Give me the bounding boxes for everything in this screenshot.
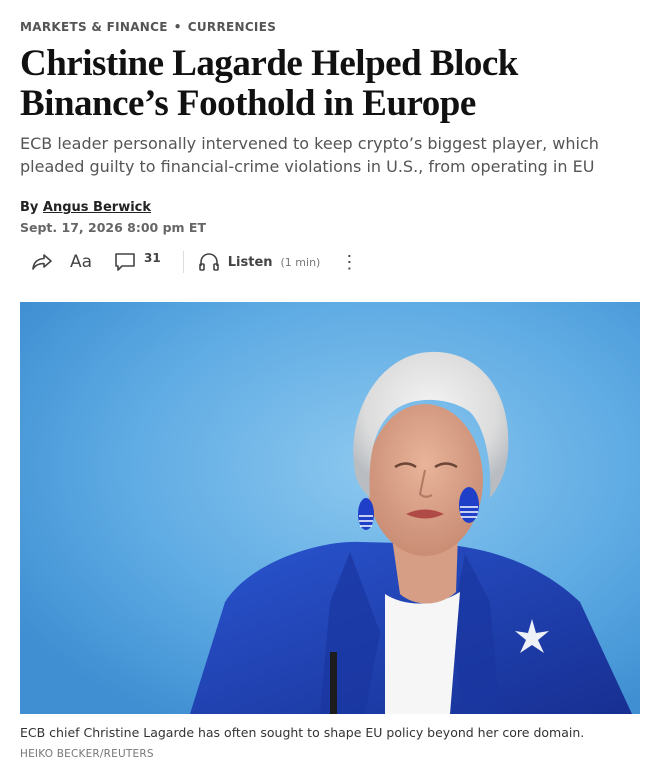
photo-credit: HEIKO BECKER/REUTERS [20,748,154,760]
listen-label: Listen [227,254,273,270]
headphones-icon [198,253,219,271]
more-button[interactable]: ⋮ [340,253,358,271]
breadcrumb-subsection-link[interactable]: CURRENCIES [188,20,276,34]
text-size-button[interactable]: Aa [70,252,92,272]
article-headline: Christine Lagarde Helped Block Binance’s… [20,43,518,124]
left-earring [358,498,374,530]
share-icon [32,254,52,270]
comments-button[interactable]: 31 [114,251,161,272]
byline: By Angus Berwick [20,200,151,215]
publish-date: Sept. 17, 2026 8:00 pm ET [20,220,206,235]
portrait-illustration [20,302,640,714]
article-photo [20,302,640,714]
breadcrumb: MARKETS & FINANCE • CURRENCIES [20,20,276,34]
author-link[interactable]: Angus Berwick [43,200,151,215]
breadcrumb-section-link[interactable]: MARKETS & FINANCE [20,20,168,34]
listen-button[interactable]: Listen (1 min) [198,252,321,272]
article-toolbar: Aa 31 Listen (1 min) ⋮ [30,249,358,275]
right-earring [459,487,479,523]
caption-text: ECB chief Christine Lagarde has often so… [20,725,585,740]
article-dek: ECB leader personally intervened to keep… [20,134,599,176]
byline-prefix: By [20,200,39,215]
breadcrumb-separator: • [173,20,182,34]
comment-count: 31 [144,251,161,265]
more-icon: ⋮ [340,252,359,272]
listen-duration: (1 min) [280,255,321,269]
comment-icon [115,253,135,271]
share-button[interactable] [30,250,56,274]
photo-caption: ECB chief Christine Lagarde has often so… [20,723,620,764]
toolbar-divider [182,251,184,273]
